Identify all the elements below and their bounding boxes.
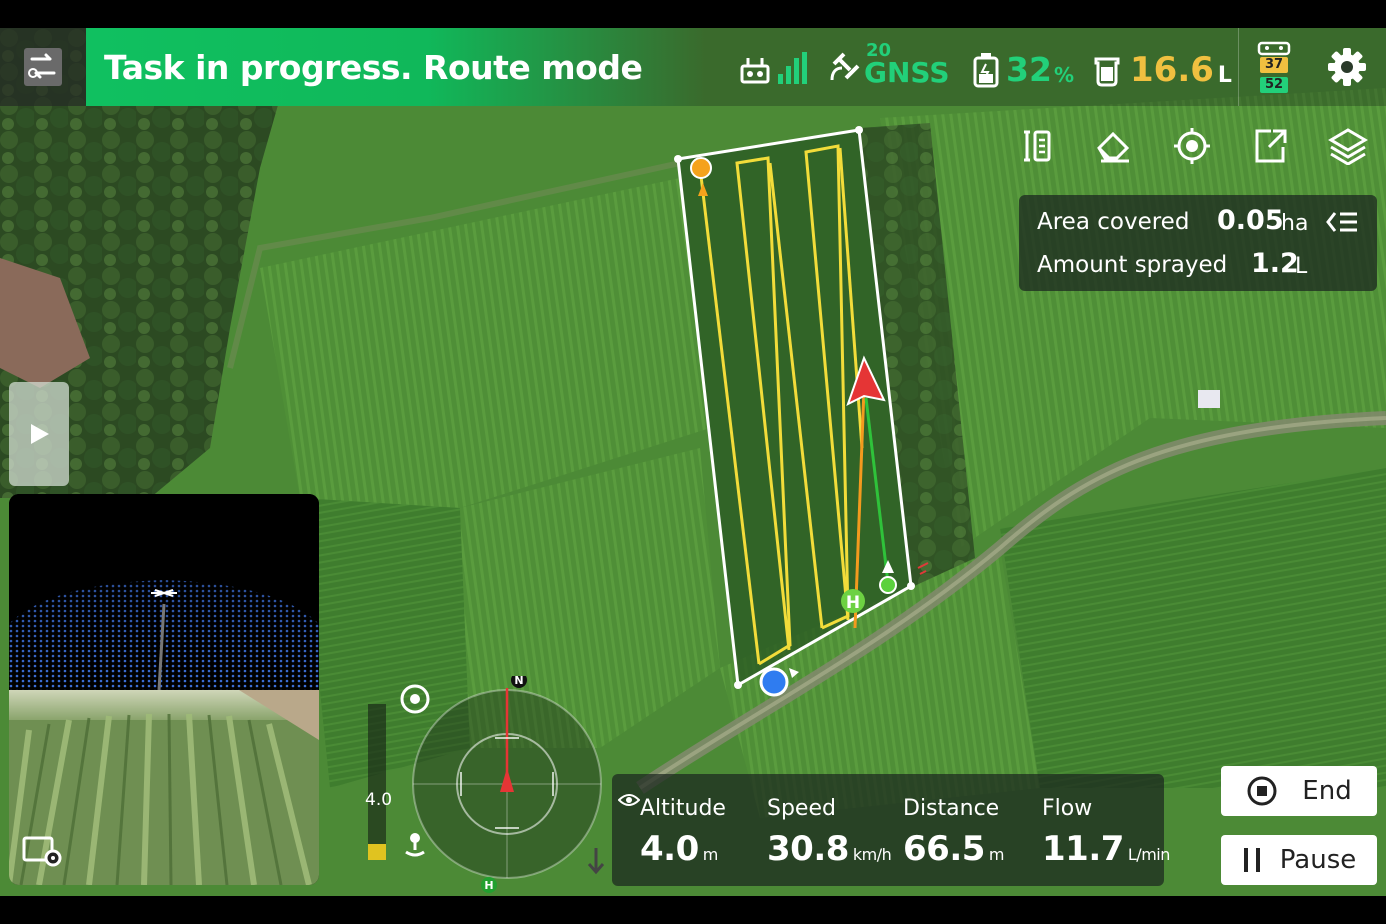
sprayed-value: 1.2	[1251, 248, 1299, 279]
tank-unit: L	[1217, 62, 1232, 88]
altitude-label: Altitude	[640, 796, 726, 821]
rc-signal	[740, 50, 810, 86]
radar-point-cloud	[9, 494, 319, 690]
flight-stats-panel: Altitude 4.0 m Speed 30.8 km/h Distance 66…	[612, 774, 1170, 886]
altitude-gauge	[368, 704, 386, 860]
flow-value: 11.7	[1042, 829, 1124, 869]
route-switch-icon	[24, 48, 62, 86]
expand-panel-button[interactable]	[9, 382, 69, 486]
area-unit: ha	[1281, 211, 1309, 236]
speed-value: 30.8	[767, 829, 849, 869]
compass-widget[interactable]: N H	[396, 676, 610, 896]
gear-icon	[1328, 48, 1366, 86]
distance-unit: m	[988, 845, 1005, 864]
camera-preview[interactable]	[9, 494, 319, 885]
layers-button[interactable]	[1326, 124, 1370, 168]
gnss-status: 20 GNSS	[830, 40, 950, 92]
home-point-label: H	[846, 593, 860, 613]
end-task-button[interactable]: End	[1221, 766, 1377, 816]
settings-button[interactable]	[1324, 44, 1370, 90]
locate-icon	[1174, 128, 1210, 164]
pause-icon	[1243, 848, 1260, 872]
satellite-icon	[830, 52, 860, 81]
end-label: End	[1302, 776, 1352, 806]
task-status-text: Task in progress. Route mode	[104, 48, 643, 87]
rc-signal-icon	[740, 52, 807, 84]
flow-unit: L/min	[1127, 845, 1170, 864]
divider	[1238, 28, 1239, 106]
rc-battery-top: 37	[1260, 57, 1288, 73]
route-edit-button[interactable]	[1014, 124, 1058, 168]
speed-stat: Speed 30.8 km/h	[767, 796, 892, 869]
altitude-stat: Altitude 4.0 m	[640, 796, 726, 869]
distance-value: 66.5	[903, 829, 985, 869]
area-label: Area covered	[1037, 209, 1190, 235]
speed-unit: km/h	[852, 845, 892, 864]
locate-button[interactable]	[1170, 124, 1214, 168]
battery-status: 32 %	[972, 50, 1074, 89]
flow-stat: Flow 11.7 L/min	[1042, 796, 1170, 869]
collapse-list-icon	[1326, 212, 1357, 232]
altitude-gauge-fill	[368, 844, 386, 860]
flow-label: Flow	[1042, 796, 1093, 821]
camera-settings-button[interactable]	[21, 834, 65, 872]
stop-icon	[1247, 776, 1277, 806]
erase-button[interactable]	[1092, 124, 1136, 168]
rc-battery-bottom: 52	[1260, 77, 1288, 93]
gnss-label: GNSS	[864, 56, 950, 89]
task-info-panel: Area covered 0.05 ha Amount sprayed 1.2 …	[1019, 195, 1377, 291]
distance-stat: Distance 66.5 m	[903, 796, 1004, 869]
speed-label: Speed	[767, 796, 836, 821]
tank-status: 16.6 L	[1092, 50, 1232, 90]
collapse-panel-button[interactable]	[1325, 209, 1359, 239]
sprayed-unit: L	[1295, 254, 1308, 279]
rc-battery: 37 52	[1256, 40, 1292, 98]
switch-view-button[interactable]	[0, 28, 86, 106]
layers-icon	[1328, 128, 1368, 165]
spray-tank-icon	[1094, 57, 1120, 87]
route-edit-icon	[1024, 130, 1051, 162]
area-value: 0.05	[1217, 205, 1284, 236]
tank-value: 16.6	[1130, 50, 1214, 90]
compass-north: N	[514, 676, 523, 687]
eye-icon	[618, 794, 640, 806]
altitude-value: 4.0	[640, 829, 699, 869]
distance-label: Distance	[903, 796, 1000, 821]
play-icon	[31, 424, 49, 444]
sprayed-label: Amount sprayed	[1037, 252, 1228, 278]
pause-label: Pause	[1279, 845, 1357, 875]
export-button[interactable]	[1248, 124, 1292, 168]
export-icon	[1255, 129, 1287, 163]
compass-home: H	[484, 879, 493, 892]
altitude-gauge-value: 4.0	[365, 790, 393, 810]
battery-unit: %	[1053, 62, 1074, 87]
eraser-icon	[1097, 131, 1130, 163]
altitude-unit: m	[702, 845, 719, 864]
battery-icon	[973, 52, 999, 87]
screen: H Task in progress. Route mode 20 GNSS 3…	[0, 28, 1386, 896]
pause-task-button[interactable]: Pause	[1221, 835, 1377, 885]
remote-controller-icon	[1257, 41, 1291, 56]
camera-settings-icon	[22, 836, 62, 867]
battery-value: 32	[1006, 50, 1052, 89]
